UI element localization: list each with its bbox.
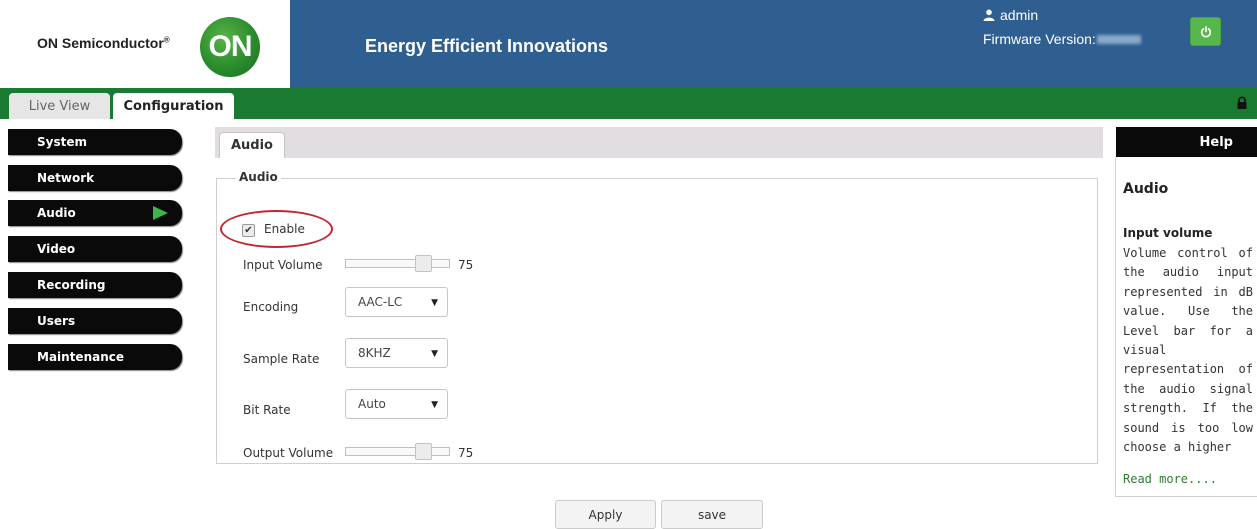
firmware-label: Firmware Version: — [983, 31, 1096, 47]
enable-label: Enable — [264, 222, 305, 236]
help-title: Audio — [1123, 181, 1169, 197]
brand-name: ON Semiconductor® — [37, 35, 170, 51]
lock-icon[interactable] — [1235, 96, 1249, 110]
bit-rate-label: Bit Rate — [243, 403, 291, 417]
input-volume-slider[interactable] — [345, 255, 450, 272]
output-volume-value: 75 — [458, 446, 474, 460]
tagline: Energy Efficient Innovations — [365, 36, 609, 56]
input-volume-value: 75 — [458, 258, 474, 272]
sample-rate-label: Sample Rate — [243, 352, 320, 366]
chevron-down-icon: ▼ — [431, 349, 438, 359]
chevron-down-icon: ▼ — [431, 400, 438, 410]
tab-audio[interactable]: Audio — [219, 132, 285, 158]
sidebar-item-network[interactable]: Network — [8, 165, 182, 191]
user-icon — [983, 9, 995, 21]
sidebar-item-audio[interactable]: Audio — [8, 200, 182, 226]
header-brand-area: ON Semiconductor® ON — [0, 0, 290, 88]
firmware-value-redacted — [1096, 34, 1141, 44]
bit-rate-select[interactable]: Auto ▼ — [345, 389, 448, 419]
input-volume-label: Input Volume — [243, 258, 323, 272]
sub-tab-strip — [215, 127, 1103, 158]
apply-button[interactable]: Apply — [555, 500, 656, 529]
header-banner: Energy Efficient Innovations admin Firmw… — [290, 0, 1257, 88]
sidebar-item-label: Video — [37, 242, 76, 256]
enable-checkbox[interactable]: ✔ — [242, 224, 255, 237]
encoding-label: Encoding — [243, 300, 299, 314]
output-volume-handle[interactable] — [415, 443, 432, 460]
audio-settings-group — [216, 178, 1098, 464]
sidebar-item-users[interactable]: Users — [8, 308, 182, 334]
active-arrow-icon — [153, 206, 168, 220]
tab-configuration[interactable]: Configuration — [113, 93, 234, 119]
on-logo: ON — [200, 17, 260, 77]
sidebar-item-recording[interactable]: Recording — [8, 272, 182, 298]
username: admin — [1000, 7, 1039, 23]
bit-rate-value: Auto — [358, 397, 386, 411]
main-tab-bar: Live View Configuration — [0, 88, 1257, 119]
sample-rate-select[interactable]: 8KHZ ▼ — [345, 338, 448, 368]
encoding-select[interactable]: AAC-LC ▼ — [345, 287, 448, 317]
save-button[interactable]: save — [661, 500, 763, 529]
help-text: Volume control of the audio input repres… — [1123, 246, 1253, 455]
sidebar-item-label: Maintenance — [37, 350, 125, 364]
power-icon — [1200, 25, 1211, 37]
chevron-down-icon: ▼ — [431, 298, 438, 308]
help-header: Help — [1116, 127, 1257, 157]
sidebar-item-label: Users — [37, 314, 76, 328]
firmware-version: Firmware Version: — [983, 31, 1141, 47]
sidebar-item-label: Audio — [37, 206, 76, 220]
output-volume-slider[interactable] — [345, 443, 450, 460]
input-volume-handle[interactable] — [415, 255, 432, 272]
help-subtitle: Input volume — [1123, 226, 1213, 240]
logout-power-button[interactable] — [1190, 17, 1221, 46]
tab-live-view[interactable]: Live View — [9, 93, 110, 119]
read-more-link[interactable]: Read more.... — [1123, 472, 1217, 486]
user-info: admin — [983, 7, 1038, 23]
encoding-value: AAC-LC — [358, 295, 403, 309]
sidebar-item-system[interactable]: System — [8, 129, 182, 155]
sidebar-item-label: Network — [37, 171, 95, 185]
sidebar-item-label: Recording — [37, 278, 106, 292]
sidebar-item-label: System — [37, 135, 87, 149]
section-title: Audio — [236, 170, 281, 184]
sidebar-item-maintenance[interactable]: Maintenance — [8, 344, 182, 370]
sample-rate-value: 8KHZ — [358, 346, 391, 360]
sidebar-item-video[interactable]: Video — [8, 236, 182, 262]
output-volume-label: Output Volume — [243, 446, 334, 460]
